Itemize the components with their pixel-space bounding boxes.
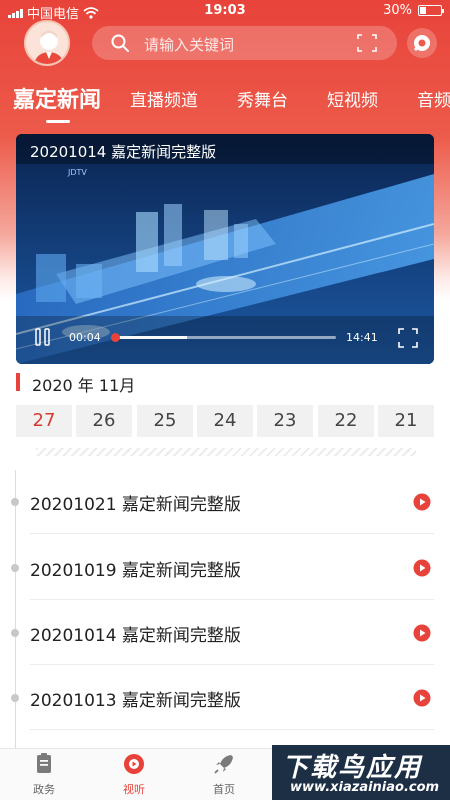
- play-icon[interactable]: [413, 559, 431, 577]
- battery-percent: 30%: [383, 3, 412, 18]
- nav-label: 视听: [123, 783, 145, 796]
- timeline-dot: [11, 498, 19, 506]
- day-chip[interactable]: 21: [378, 405, 434, 437]
- nav-label: 首页: [213, 783, 235, 796]
- document-icon: [37, 753, 51, 773]
- video-title: 20201014 嘉定新闻完整版: [30, 143, 217, 161]
- day-selector: 27 26 25 24 23 22 21: [16, 405, 434, 437]
- news-title: 20201019 嘉定新闻完整版: [30, 561, 241, 581]
- day-chip[interactable]: 22: [318, 405, 374, 437]
- avatar[interactable]: [24, 20, 70, 66]
- search-icon: [111, 34, 129, 52]
- tab-short-video[interactable]: 短视频: [327, 86, 378, 111]
- divider: [30, 533, 434, 534]
- status-bar: 中国电信 19:03 30%: [0, 0, 450, 22]
- chat-bubble-icon: [413, 35, 430, 52]
- nav-label: 政务: [33, 783, 55, 796]
- divider: [30, 599, 434, 600]
- channel-tabs: 嘉定新闻 直播频道 秀舞台 短视频 音频: [0, 82, 450, 122]
- news-title: 20201014 嘉定新闻完整版: [30, 626, 241, 646]
- divider-pattern: [36, 448, 416, 456]
- tab-live-channel[interactable]: 直播频道: [130, 86, 198, 111]
- list-item[interactable]: 20201019 嘉定新闻完整版: [0, 536, 450, 600]
- tab-show-stage[interactable]: 秀舞台: [237, 86, 288, 111]
- timeline-dot: [11, 564, 19, 572]
- play-icon[interactable]: [413, 689, 431, 707]
- current-time: 00:04: [69, 331, 101, 344]
- fullscreen-icon[interactable]: [398, 328, 418, 348]
- nav-item-government[interactable]: 政务: [14, 753, 74, 797]
- day-chip[interactable]: 26: [76, 405, 132, 437]
- pause-icon[interactable]: [34, 327, 52, 347]
- news-title: 20201013 嘉定新闻完整版: [30, 691, 241, 711]
- list-item[interactable]: 20201014 嘉定新闻完整版: [0, 601, 450, 665]
- divider: [30, 664, 434, 665]
- message-button[interactable]: [407, 28, 437, 58]
- play-icon[interactable]: [413, 624, 431, 642]
- timeline-dot: [11, 694, 19, 702]
- watermark-url: www.xiazainiao.com: [290, 780, 440, 795]
- scan-icon[interactable]: [357, 34, 377, 52]
- search-bar[interactable]: 请输入关键词: [92, 26, 397, 60]
- month-marker: [16, 373, 20, 391]
- divider: [30, 729, 434, 730]
- timeline-dot: [11, 629, 19, 637]
- list-item[interactable]: 20201021 嘉定新闻完整版: [0, 470, 450, 534]
- watermark: 下载鸟应用 www.xiazainiao.com: [272, 745, 450, 800]
- tab-jiading-news[interactable]: 嘉定新闻: [13, 82, 101, 114]
- day-chip[interactable]: 25: [137, 405, 193, 437]
- play-disc-icon: [124, 754, 144, 774]
- watermark-text: 下载鸟应用: [282, 753, 423, 783]
- active-tab-indicator: [46, 120, 70, 123]
- nav-item-home[interactable]: 首页: [194, 753, 254, 797]
- news-title: 20201021 嘉定新闻完整版: [30, 495, 241, 515]
- month-label: 2020 年 11月: [32, 376, 136, 395]
- battery-icon: [418, 5, 444, 16]
- rocket-icon: [214, 755, 233, 774]
- video-player[interactable]: 20201014 嘉定新闻完整版 JDTV 00:04 14:41: [16, 134, 434, 364]
- channel-logo: JDTV: [68, 168, 87, 177]
- total-time: 14:41: [346, 331, 378, 344]
- search-placeholder: 请输入关键词: [144, 36, 235, 54]
- progress-bar[interactable]: [111, 333, 336, 342]
- list-item[interactable]: 20201013 嘉定新闻完整版: [0, 666, 450, 730]
- day-chip[interactable]: 23: [257, 405, 313, 437]
- nav-item-audio-video[interactable]: 视听: [104, 753, 164, 797]
- day-chip[interactable]: 24: [197, 405, 253, 437]
- play-icon[interactable]: [413, 493, 431, 511]
- tab-audio[interactable]: 音频: [417, 86, 450, 111]
- day-chip[interactable]: 27: [16, 405, 72, 437]
